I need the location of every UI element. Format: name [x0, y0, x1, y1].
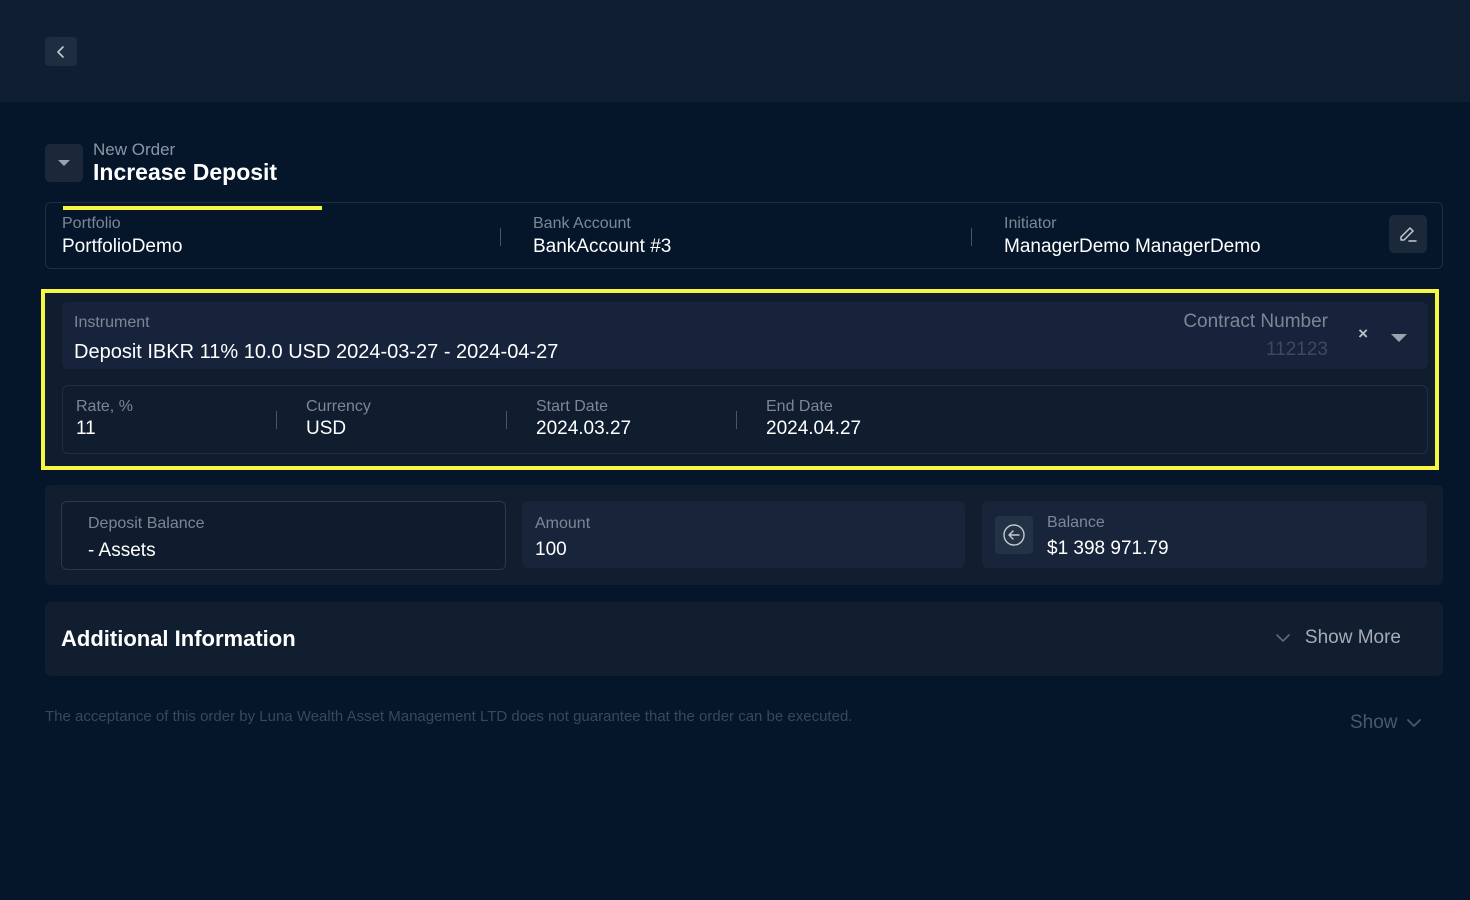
balance-field: Balance $1 398 971.79 [982, 501, 1427, 568]
deposit-balance-label: Deposit Balance [88, 515, 205, 532]
rate-value: 11 [76, 418, 96, 439]
balance-label: Balance [1047, 514, 1105, 531]
end-date-value: 2024.04.27 [766, 418, 862, 439]
order-info-card: Portfolio PortfolioDemo Bank Account Ban… [45, 202, 1443, 269]
chevron-down-icon [1276, 634, 1290, 642]
contract-number-label: Contract Number [1183, 311, 1328, 332]
balance-value: $1 398 971.79 [1047, 538, 1169, 559]
bank-account-field: Bank Account BankAccount #3 [533, 215, 671, 258]
arrow-left-circle-icon [1003, 524, 1025, 546]
bank-account-label: Bank Account [533, 215, 631, 232]
initiator-field: Initiator ManagerDemo ManagerDemo [1004, 215, 1261, 258]
end-date-label: End Date [766, 398, 833, 415]
balance-transfer-button[interactable] [995, 516, 1033, 554]
clear-icon[interactable]: × [1358, 324, 1368, 344]
divider [506, 411, 507, 429]
bank-account-value: BankAccount #3 [533, 236, 672, 257]
back-button[interactable] [45, 37, 77, 66]
amount-input[interactable]: Amount 100 [522, 501, 965, 568]
portfolio-label: Portfolio [62, 215, 121, 232]
divider [736, 411, 737, 429]
instrument-details: Rate, % 11 Currency USD Start Date 2024.… [62, 385, 1428, 454]
start-date-value: 2024.03.27 [536, 418, 632, 439]
currency-value: USD [306, 418, 347, 439]
initiator-value: ManagerDemo ManagerDemo [1004, 236, 1261, 257]
show-more-label: Show More [1304, 627, 1401, 648]
instrument-section: Instrument Deposit IBKR 11% 10.0 USD 202… [41, 289, 1439, 470]
chevron-down-icon [1406, 719, 1421, 727]
disclaimer-text: The acceptance of this order by Luna Wea… [45, 708, 853, 725]
top-bar [0, 0, 1470, 102]
collapse-order-button[interactable] [45, 144, 83, 182]
show-disclaimer-button[interactable]: Show [1350, 712, 1422, 734]
start-date-field: Start Date 2024.03.27 [536, 398, 631, 440]
additional-information-panel[interactable]: Additional Information Show More [45, 602, 1443, 676]
order-title: Increase Deposit [93, 159, 278, 185]
pencil-icon [1400, 227, 1417, 242]
edit-button[interactable] [1389, 215, 1427, 253]
divider [500, 228, 501, 246]
start-date-label: Start Date [536, 398, 609, 415]
amount-label: Amount [535, 515, 591, 532]
additional-information-title: Additional Information [61, 626, 296, 651]
chevron-left-icon [57, 45, 64, 58]
amount-panel: Deposit Balance - Assets Amount 100 Bala… [45, 485, 1443, 585]
end-date-field: End Date 2024.04.27 [766, 398, 861, 440]
amount-value: 100 [535, 539, 567, 560]
instrument-select[interactable]: Instrument Deposit IBKR 11% 10.0 USD 202… [62, 302, 1428, 369]
show-more-button[interactable]: Show More [1275, 627, 1401, 649]
rate-field: Rate, % 11 [76, 398, 133, 440]
currency-label: Currency [306, 398, 371, 415]
instrument-value: Deposit IBKR 11% 10.0 USD 2024-03-27 - 2… [74, 341, 559, 363]
deposit-balance-value: - Assets [88, 540, 156, 561]
instrument-label: Instrument [74, 314, 150, 331]
deposit-balance-select[interactable]: Deposit Balance - Assets [61, 501, 506, 570]
portfolio-field: Portfolio PortfolioDemo [62, 215, 182, 258]
rate-label: Rate, % [76, 398, 133, 415]
order-subtitle: New Order [93, 140, 176, 159]
dropdown-caret-icon[interactable] [1391, 334, 1407, 342]
portfolio-value: PortfolioDemo [62, 236, 183, 257]
divider [276, 411, 277, 429]
show-label: Show [1350, 712, 1398, 733]
initiator-label: Initiator [1004, 215, 1057, 232]
currency-field: Currency USD [306, 398, 371, 440]
active-indicator [63, 206, 322, 210]
divider [971, 228, 972, 246]
caret-down-icon [58, 160, 70, 166]
contract-number-value: 112123 [1266, 339, 1328, 360]
